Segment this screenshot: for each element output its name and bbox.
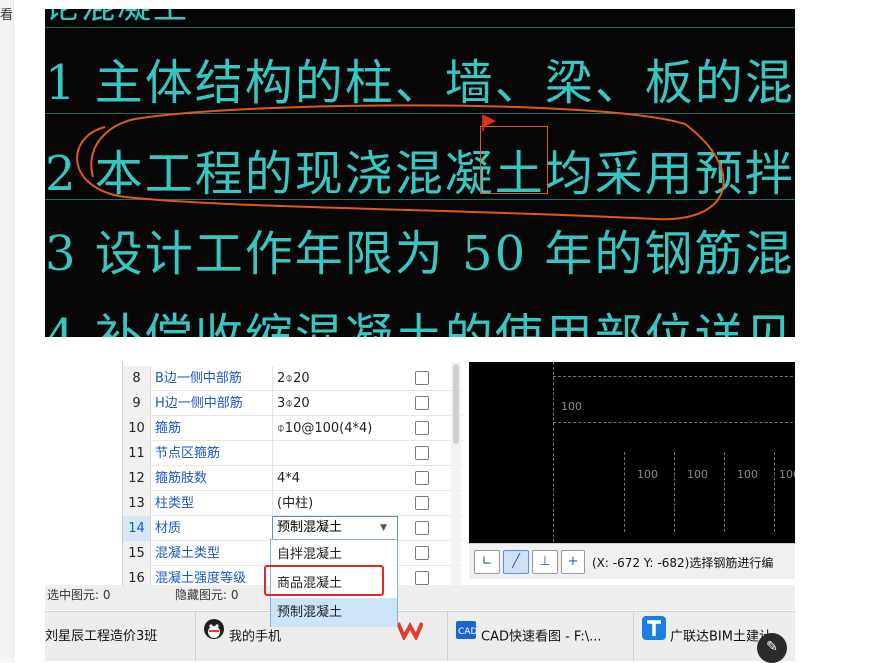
table-row[interactable]: 11 节点区箍筋: [123, 441, 463, 466]
property-value[interactable]: 4*4: [272, 466, 397, 491]
property-name: 混凝土类型: [155, 546, 221, 561]
axis-line: [624, 452, 625, 532]
property-name: H边一侧中部筋: [155, 396, 243, 411]
highlight-box-yuban: [480, 126, 548, 194]
material-select-value: 预制混凝土: [277, 520, 343, 535]
chevron-down-icon[interactable]: ▼: [380, 517, 387, 539]
ai-assistant-icon[interactable]: ✎: [757, 633, 787, 663]
taskbar-item-label: CAD快速看图 - F:\...: [481, 629, 602, 645]
taskbar-divider: [195, 612, 196, 661]
axis-line: [553, 422, 795, 423]
property-checkbox[interactable]: [415, 371, 429, 385]
taskbar-item-class-group[interactable]: 刘星辰工程造价3班: [45, 612, 157, 661]
table-row[interactable]: 8 B边一侧中部筋 2⌽20: [123, 366, 463, 391]
highlight-box-commercial-concrete: [264, 565, 384, 596]
glodon-app-icon: [642, 612, 666, 661]
row-number: 14: [123, 516, 151, 541]
cad-drawing-canvas[interactable]: 100 100 100 100 100: [469, 362, 795, 552]
row-number: 12: [123, 466, 151, 491]
axis-line: [553, 362, 554, 552]
svg-text:CAD: CAD: [458, 627, 477, 637]
taskbar-item-cad-viewer[interactable]: CAD CAD快速看图 - F:\...: [455, 612, 602, 661]
dimension-label: 100: [561, 400, 582, 413]
left-edge-char: 看: [0, 8, 14, 23]
table-row[interactable]: 10 箍筋 ⌽10@100(4*4): [123, 416, 463, 441]
table-row[interactable]: 12 箍筋肢数 4*4: [123, 466, 463, 491]
taskbar: 刘星辰工程造价3班 我的手机 CAD CAD快速看图 - F:\... 广联达BI…: [45, 611, 795, 661]
property-checkbox[interactable]: [415, 571, 429, 585]
axis-line: [553, 376, 795, 377]
property-checkbox[interactable]: [415, 546, 429, 560]
material-select[interactable]: 预制混凝土 ▼: [272, 516, 398, 540]
dimension-label: 100: [779, 468, 795, 481]
command-prompt-text: (X: -672 Y: -682)选择钢筋进行编: [592, 556, 774, 570]
dimension-label: 100: [737, 468, 758, 481]
selected-count: 选中图元: 0: [47, 588, 111, 602]
row-number: 9: [123, 391, 151, 416]
freehand-annotation-circle: [76, 104, 725, 221]
property-value[interactable]: ⌽10@100(4*4): [272, 416, 397, 441]
property-checkbox[interactable]: [415, 496, 429, 510]
dimension-label: 100: [637, 468, 658, 481]
property-value[interactable]: [272, 441, 397, 466]
row-number: 13: [123, 491, 151, 516]
dimension-label: 100: [687, 468, 708, 481]
property-checkbox[interactable]: [415, 396, 429, 410]
taskbar-item-wps[interactable]: [396, 612, 427, 661]
property-checkbox[interactable]: [415, 471, 429, 485]
row-number: 8: [123, 366, 151, 391]
property-name: 箍筋肢数: [155, 471, 208, 486]
scrollbar-thumb[interactable]: [453, 364, 459, 444]
qq-penguin-icon: [203, 612, 225, 661]
row-number: 10: [123, 416, 151, 441]
property-value[interactable]: (中柱): [272, 491, 397, 516]
taskbar-item-label: 刘星辰工程造价3班: [45, 629, 158, 644]
taskbar-divider: [447, 612, 448, 661]
axis-line: [724, 452, 725, 532]
axis-line: [674, 452, 675, 532]
flag-icon: [484, 115, 496, 127]
corner-snap-button[interactable]: ∟: [474, 550, 500, 574]
perpendicular-snap-button[interactable]: ⊥: [532, 550, 558, 574]
property-checkbox[interactable]: [415, 446, 429, 460]
hidden-count: 隐藏图元: 0: [175, 588, 239, 602]
taskbar-divider: [633, 612, 634, 661]
property-checkbox[interactable]: [415, 421, 429, 435]
property-value[interactable]: 2⌽20: [272, 366, 397, 391]
wps-icon: [396, 612, 424, 661]
axis-line: [774, 452, 775, 532]
left-window-edge: 看: [0, 0, 14, 662]
taskbar-item-label: 我的手机: [229, 629, 282, 645]
property-name: B边一侧中部筋: [155, 371, 242, 386]
property-checkbox[interactable]: [415, 521, 429, 535]
add-point-button[interactable]: +: [561, 550, 585, 574]
property-name: 箍筋: [155, 421, 182, 436]
property-name: 材质: [155, 521, 182, 536]
property-name: 节点区箍筋: [155, 446, 221, 461]
property-name: 柱类型: [155, 496, 195, 511]
option-precast-concrete[interactable]: 预制混凝土: [271, 598, 397, 627]
line-snap-button[interactable]: ╱: [503, 550, 529, 574]
status-bar: 选中图元: 0 隐藏图元: 0: [45, 585, 795, 610]
table-row[interactable]: 9 H边一侧中部筋 3⌽20: [123, 391, 463, 416]
row-number: 11: [123, 441, 151, 466]
cad-text-view[interactable]: 论混凝土 1 主体结构的柱、墙、梁、板的混凝土强度等级详见 2 本工程的现浇混凝…: [45, 9, 795, 337]
row-number: 15: [123, 541, 151, 566]
table-row[interactable]: 13 柱类型 (中柱): [123, 491, 463, 516]
property-value[interactable]: 3⌽20: [272, 391, 397, 416]
cad-app-icon: CAD: [455, 612, 477, 661]
